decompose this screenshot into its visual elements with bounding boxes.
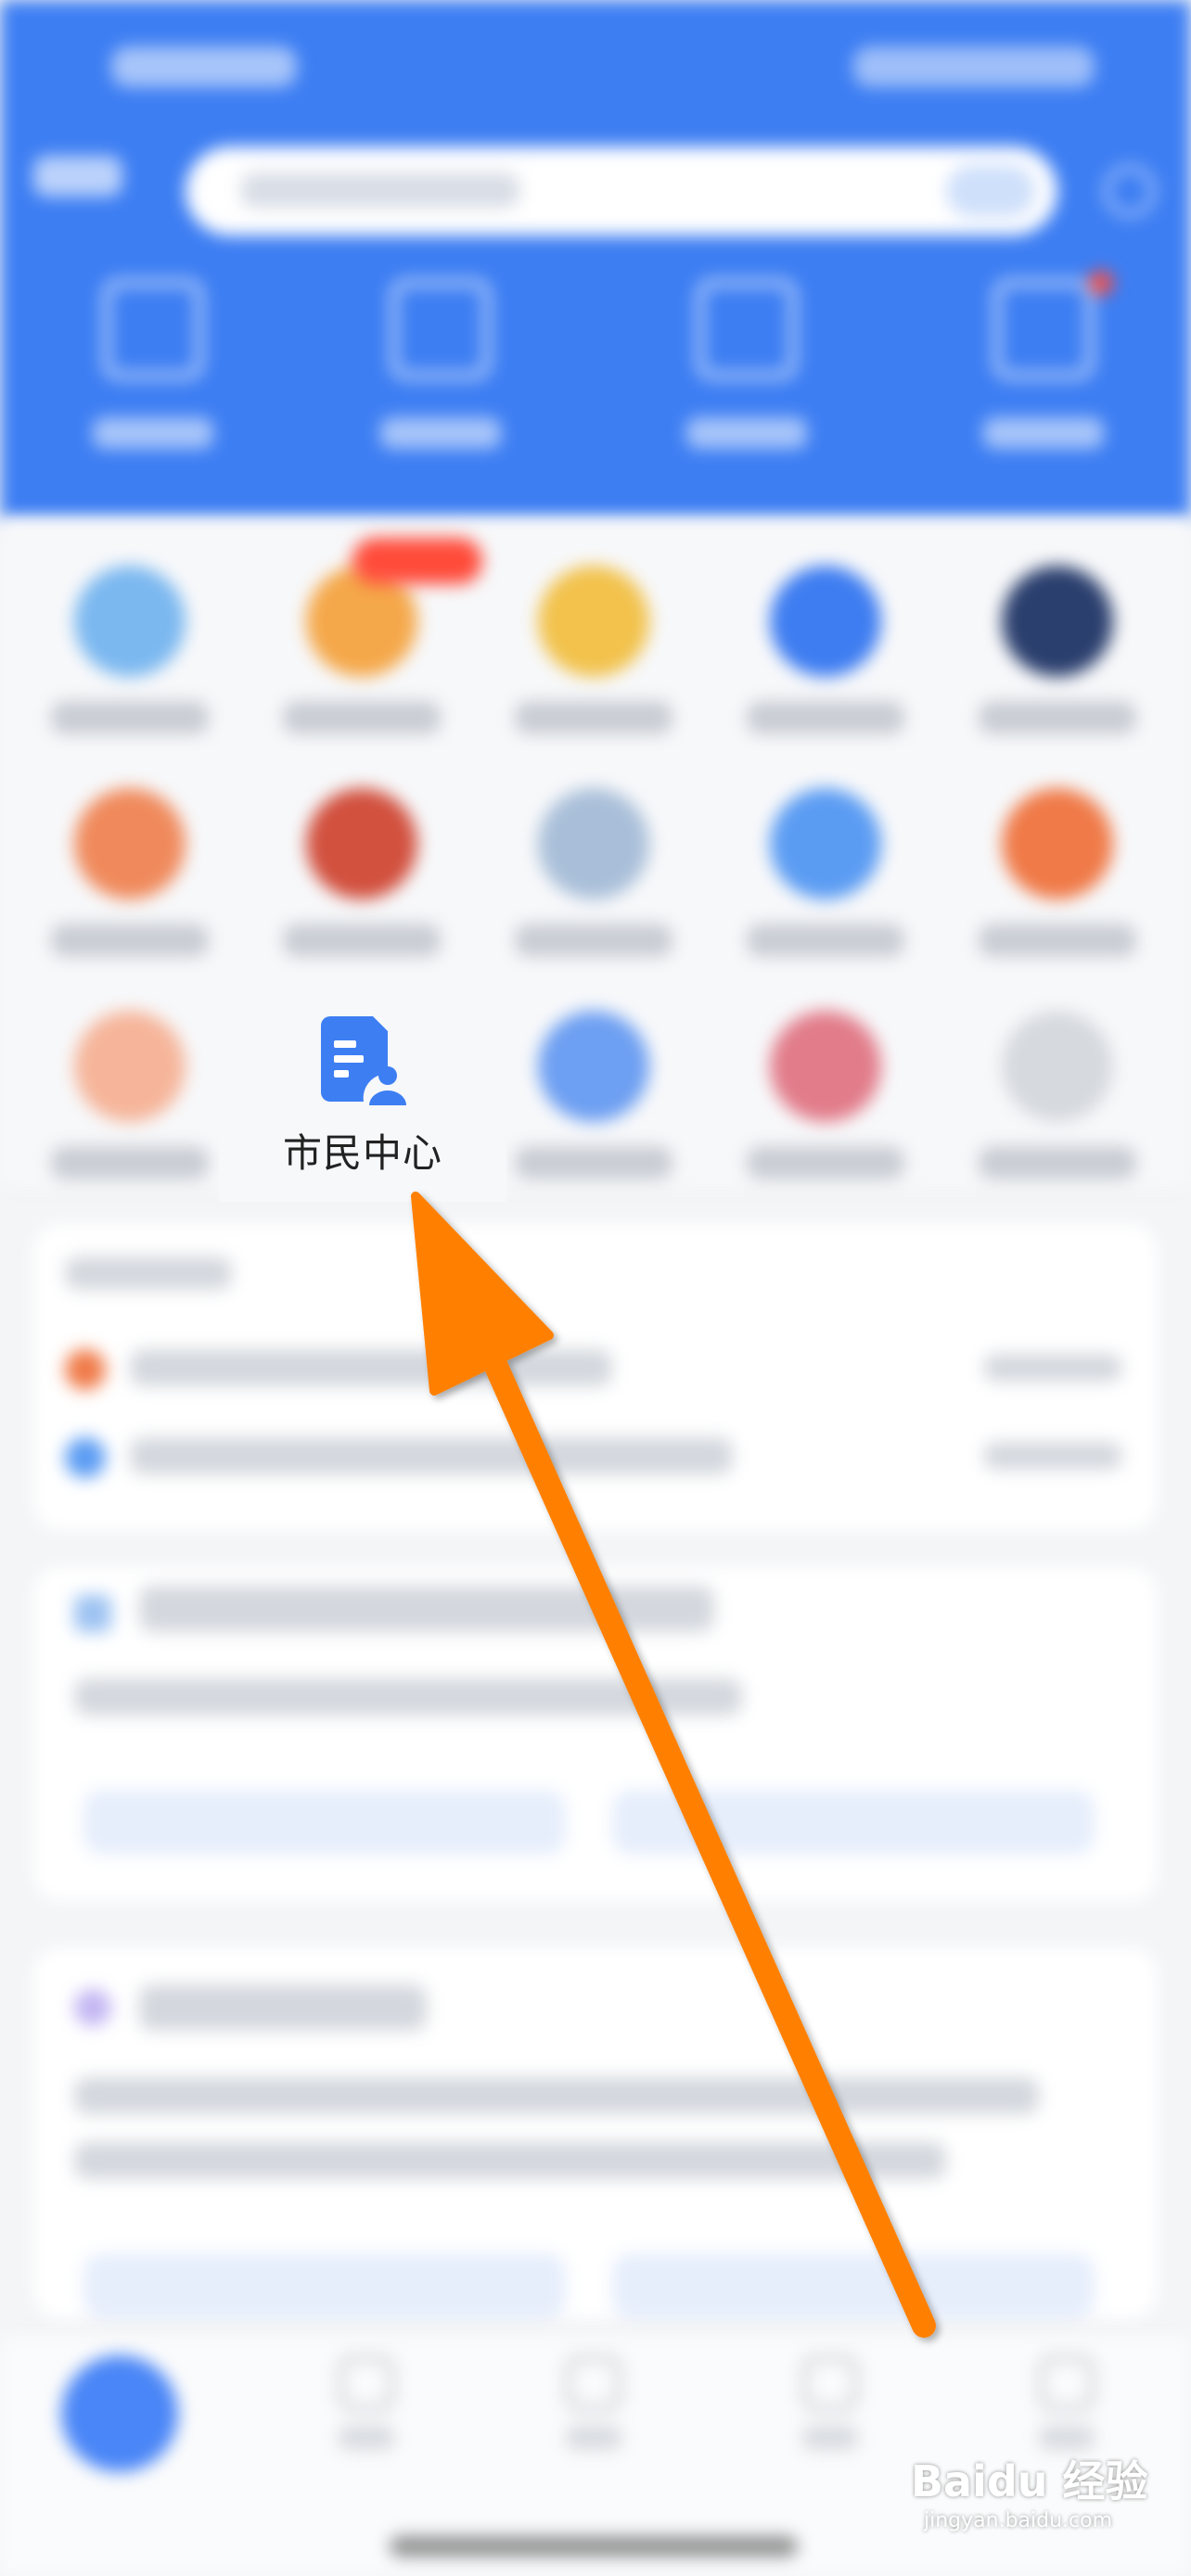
tab-home[interactable] xyxy=(61,2355,178,2472)
watermark-brand: Baidu 经验 xyxy=(911,2456,1148,2506)
citizen-center-item[interactable]: 市民中心 xyxy=(219,983,506,1202)
travel-icon xyxy=(696,278,798,380)
app-item[interactable] xyxy=(501,760,686,957)
tab-item[interactable] xyxy=(561,2355,626,2457)
app-item[interactable] xyxy=(37,760,223,957)
tab-item[interactable] xyxy=(334,2355,399,2457)
citizen-center-label: 市民中心 xyxy=(282,1130,442,1176)
app-item[interactable] xyxy=(965,983,1150,1180)
quick-action-card[interactable] xyxy=(974,271,1113,464)
message-icon[interactable] xyxy=(1104,165,1156,217)
badge-dot xyxy=(1089,271,1113,295)
hot-badge xyxy=(352,538,482,584)
tab-item[interactable] xyxy=(1034,2355,1099,2457)
app-item[interactable] xyxy=(733,538,918,734)
app-item[interactable] xyxy=(501,538,686,734)
app-item[interactable] xyxy=(269,760,455,957)
quick-action-scan[interactable] xyxy=(83,278,223,464)
scan-icon xyxy=(102,278,204,380)
status-indicators xyxy=(853,46,1095,87)
app-item[interactable] xyxy=(501,983,686,1180)
home-indicator xyxy=(390,2536,798,2557)
pay-icon xyxy=(390,278,492,380)
app-item[interactable] xyxy=(37,538,223,734)
app-item[interactable] xyxy=(733,760,918,957)
search-placeholder xyxy=(241,172,519,208)
app-item[interactable] xyxy=(965,538,1150,734)
document-user-icon xyxy=(321,1016,406,1105)
app-item[interactable] xyxy=(37,983,223,1180)
quick-action-travel[interactable] xyxy=(677,278,816,464)
app-item[interactable] xyxy=(965,760,1150,957)
quick-action-pay[interactable] xyxy=(371,278,510,464)
tab-item[interactable] xyxy=(798,2355,863,2457)
card-icon xyxy=(992,278,1095,380)
status-time xyxy=(111,46,297,87)
search-button[interactable] xyxy=(946,165,1035,217)
watermark-url: jingyan.baidu.com xyxy=(924,2509,1113,2532)
app-grid xyxy=(0,519,1191,1187)
baidu-watermark: Baidu 经验 jingyan.baidu.com xyxy=(911,2448,1148,2532)
location-selector[interactable] xyxy=(33,156,122,197)
app-item[interactable] xyxy=(733,983,918,1180)
